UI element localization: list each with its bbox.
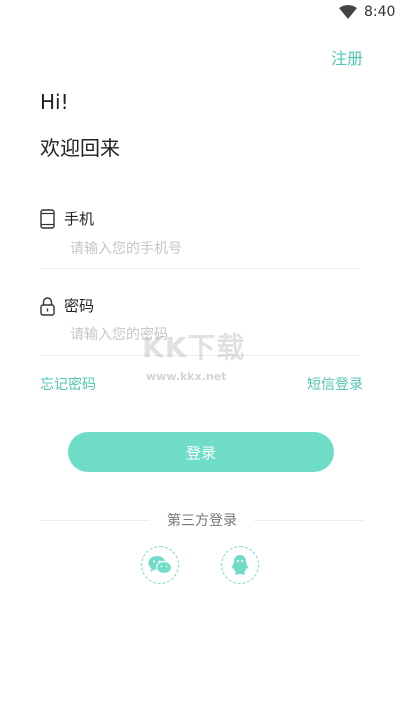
phone-label: 手机 <box>64 210 95 228</box>
third-party-right-line <box>254 520 364 521</box>
login-button[interactable]: 登录 <box>68 432 334 472</box>
password-label: 密码 <box>64 297 95 315</box>
watermark-url: www.kkx.net <box>146 370 227 383</box>
register-link[interactable]: 注册 <box>331 45 363 69</box>
status-bar: 8:40 <box>0 0 400 28</box>
greeting-hi: Hi! <box>40 90 69 114</box>
phone-divider <box>40 268 360 269</box>
watermark: KK下载 www.kkx.net <box>142 326 262 386</box>
third-party-header: 第三方登录 <box>40 510 364 530</box>
greeting-welcome: 欢迎回来 <box>40 136 120 160</box>
lock-icon <box>40 296 55 316</box>
status-time: 8:40 <box>364 4 396 20</box>
phone-icon <box>40 208 55 229</box>
forgot-password-link[interactable]: 忘记密码 <box>40 374 96 394</box>
password-label-row: 密码 <box>40 295 94 316</box>
qq-icon <box>231 555 249 575</box>
wifi-icon <box>339 5 357 19</box>
watermark-title: KK下载 <box>142 331 246 364</box>
phone-label-row: 手机 <box>40 208 94 229</box>
phone-input[interactable] <box>70 236 360 262</box>
wechat-login-button[interactable] <box>141 546 179 584</box>
qq-login-button[interactable] <box>221 546 259 584</box>
sms-login-link[interactable]: 短信登录 <box>307 374 363 394</box>
wechat-icon <box>148 556 172 575</box>
